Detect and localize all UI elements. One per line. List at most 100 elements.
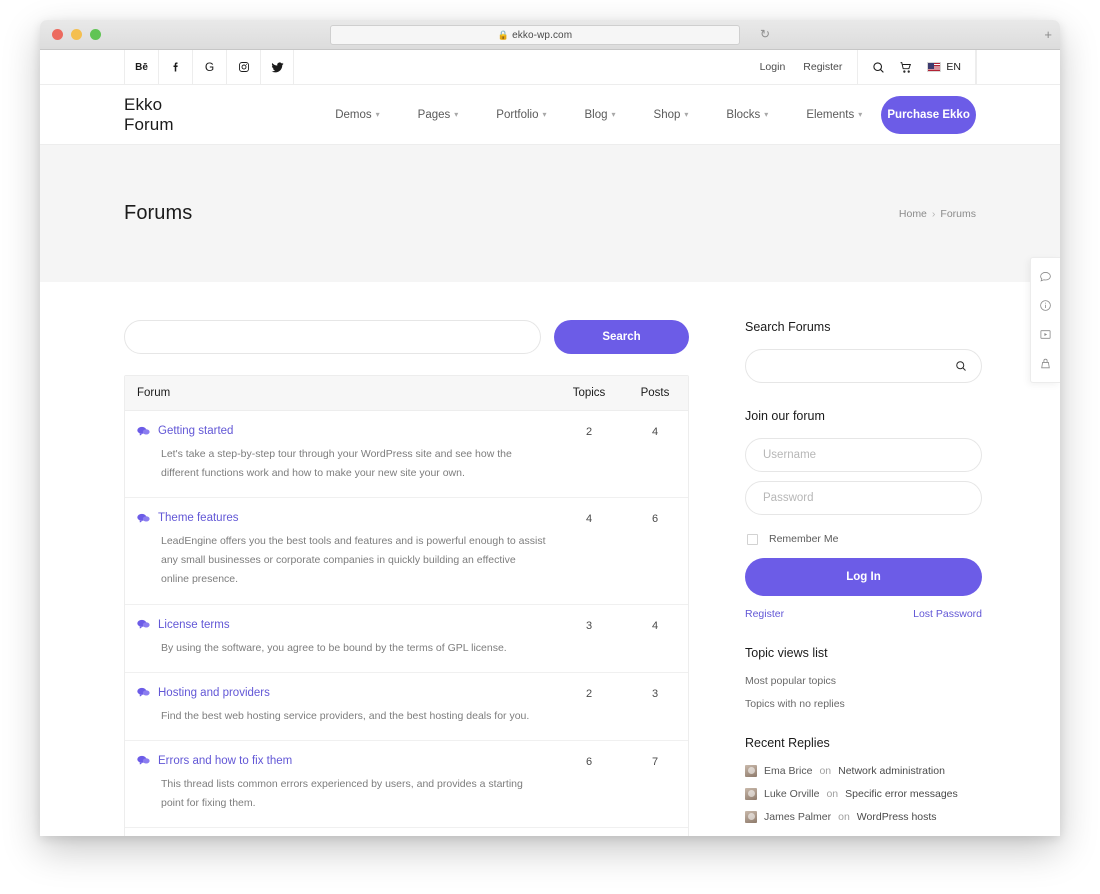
sidebar-views-block: Topic views list Most popular topics Top… bbox=[745, 646, 982, 710]
browser-titlebar: 🔒 ekko-wp.com ↻ + bbox=[40, 20, 1060, 50]
floating-side-widget bbox=[1030, 257, 1060, 383]
nav-item-portfolio[interactable]: Portfolio ▾ bbox=[477, 109, 565, 121]
table-row[interactable]: License terms By using the software, you… bbox=[125, 605, 688, 673]
window-controls[interactable] bbox=[52, 29, 101, 40]
forum-search-input[interactable] bbox=[124, 320, 541, 354]
nav-label: Shop bbox=[653, 108, 681, 121]
reply-user[interactable]: Luke Orville bbox=[764, 788, 819, 800]
forum-title-link[interactable]: Theme features bbox=[158, 512, 239, 524]
login-link[interactable]: Login bbox=[751, 50, 795, 84]
sidebar-search-input[interactable] bbox=[745, 349, 982, 383]
cart-icon[interactable] bbox=[899, 61, 913, 74]
recent-replies-title: Recent Replies bbox=[745, 736, 830, 750]
forum-table-header: Forum Topics Posts bbox=[125, 376, 688, 411]
url-bar[interactable]: 🔒 ekko-wp.com bbox=[330, 25, 740, 45]
nav-item-shop[interactable]: Shop ▾ bbox=[635, 109, 708, 121]
twitter-icon[interactable] bbox=[260, 50, 294, 84]
page-content: Bē G Login Register EN Ekko Forum Demos … bbox=[40, 50, 1060, 836]
forum-bubble-icon bbox=[137, 513, 150, 524]
maximize-window-button[interactable] bbox=[90, 29, 101, 40]
forum-description: This thread lists common errors experien… bbox=[161, 777, 523, 809]
list-item[interactable]: Luke Orville on Specific error messages bbox=[745, 788, 982, 800]
password-field[interactable] bbox=[745, 481, 982, 515]
google-icon[interactable]: G bbox=[192, 50, 226, 84]
close-window-button[interactable] bbox=[52, 29, 63, 40]
chevron-down-icon: ▾ bbox=[684, 109, 689, 119]
register-link[interactable]: Register bbox=[745, 608, 784, 620]
reply-user[interactable]: James Palmer bbox=[764, 811, 831, 823]
remember-me-row[interactable]: Remember Me bbox=[747, 533, 982, 545]
purchase-ekko-button[interactable]: Purchase Ekko bbox=[881, 95, 976, 134]
minimize-window-button[interactable] bbox=[71, 29, 82, 40]
table-row[interactable]: Theme features LeadEngine offers you the… bbox=[125, 498, 688, 605]
table-row[interactable]: Hosting and providers Find the best web … bbox=[125, 673, 688, 741]
posts-count: 7 bbox=[651, 755, 659, 768]
nav-label: Portfolio bbox=[496, 108, 539, 121]
forum-bubble-icon bbox=[137, 426, 150, 437]
reply-topic[interactable]: WordPress hosts bbox=[857, 811, 937, 823]
table-row[interactable]: WordPress multisite network WordPress in… bbox=[125, 828, 688, 836]
table-row[interactable]: Errors and how to fix them This thread l… bbox=[125, 741, 688, 828]
forum-list-column: Search Forum Topics Posts Getting starte… bbox=[124, 320, 689, 836]
nav-links: Demos ▾ Pages ▾ Portfolio ▾ Blog ▾ Shop bbox=[316, 109, 881, 121]
forum-title-line: License terms bbox=[137, 619, 546, 631]
facebook-icon[interactable] bbox=[158, 50, 192, 84]
sidebar-search-block: Search Forums bbox=[745, 320, 982, 383]
reply-user[interactable]: Ema Brice bbox=[764, 765, 812, 777]
search-icon[interactable] bbox=[872, 61, 885, 74]
behance-icon[interactable]: Bē bbox=[124, 50, 158, 84]
shopping-bag-icon[interactable] bbox=[1039, 357, 1052, 370]
chat-bubble-icon[interactable] bbox=[1039, 270, 1052, 283]
nav-item-blog[interactable]: Blog ▾ bbox=[566, 109, 635, 121]
list-item[interactable]: James Palmer on WordPress hosts bbox=[745, 811, 982, 823]
sidebar-search-title: Search Forums bbox=[745, 320, 831, 334]
page-hero: Forums Home › Forums bbox=[40, 145, 1060, 282]
nav-item-pages[interactable]: Pages ▾ bbox=[399, 109, 478, 121]
site-logo[interactable]: Ekko Forum bbox=[124, 95, 194, 135]
video-play-icon[interactable] bbox=[1039, 328, 1052, 341]
forum-title-link[interactable]: License terms bbox=[158, 619, 230, 631]
table-row[interactable]: Getting started Let's take a step-by-ste… bbox=[125, 411, 688, 499]
list-item[interactable]: Topics with no replies bbox=[745, 698, 982, 710]
list-item[interactable]: Ema Brice on Network administration bbox=[745, 765, 982, 777]
forum-search-row: Search bbox=[124, 320, 689, 354]
log-in-button[interactable]: Log In bbox=[745, 558, 982, 596]
forum-search-button[interactable]: Search bbox=[554, 320, 689, 354]
sidebar-search-wrapper bbox=[745, 349, 982, 383]
list-item[interactable]: Most popular topics bbox=[745, 675, 982, 687]
topbar-icon-group: EN bbox=[857, 50, 976, 84]
forum-description: Let's take a step-by-step tour through y… bbox=[161, 448, 512, 480]
chevron-down-icon: ▾ bbox=[375, 109, 380, 119]
info-circle-icon[interactable] bbox=[1039, 299, 1052, 312]
url-text: ekko-wp.com bbox=[512, 29, 573, 41]
browser-window: 🔒 ekko-wp.com ↻ + Bē G Login Register EN… bbox=[40, 20, 1060, 836]
reload-icon[interactable]: ↻ bbox=[760, 28, 770, 40]
forum-table: Forum Topics Posts Getting started Let's… bbox=[124, 375, 689, 836]
topics-count: 3 bbox=[585, 619, 593, 632]
username-field[interactable] bbox=[745, 438, 982, 472]
forum-title-link[interactable]: Hosting and providers bbox=[158, 687, 270, 699]
lost-password-link[interactable]: Lost Password bbox=[913, 608, 982, 620]
nav-item-blocks[interactable]: Blocks ▾ bbox=[707, 109, 787, 121]
nav-item-demos[interactable]: Demos ▾ bbox=[316, 109, 398, 121]
breadcrumb: Home › Forums bbox=[899, 208, 976, 220]
breadcrumb-home[interactable]: Home bbox=[899, 208, 927, 220]
remember-me-checkbox[interactable] bbox=[747, 533, 758, 545]
topbar-right: Login Register EN bbox=[751, 50, 1060, 84]
main-navigation: Ekko Forum Demos ▾ Pages ▾ Portfolio ▾ B… bbox=[40, 85, 1060, 145]
posts-count: 4 bbox=[651, 619, 659, 632]
forum-title-line: Theme features bbox=[137, 512, 546, 524]
reply-topic[interactable]: Network administration bbox=[838, 765, 945, 777]
new-tab-button[interactable]: + bbox=[1044, 28, 1052, 41]
forum-title-link[interactable]: Getting started bbox=[158, 425, 233, 437]
search-icon[interactable] bbox=[955, 359, 967, 377]
breadcrumb-separator: › bbox=[931, 207, 936, 220]
forum-title-link[interactable]: Errors and how to fix them bbox=[158, 755, 292, 767]
register-link[interactable]: Register bbox=[794, 50, 851, 84]
reply-topic[interactable]: Specific error messages bbox=[845, 788, 958, 800]
posts-count: 3 bbox=[651, 687, 659, 700]
forum-cell: Getting started Let's take a step-by-ste… bbox=[125, 425, 556, 483]
nav-item-elements[interactable]: Elements ▾ bbox=[787, 109, 881, 121]
instagram-icon[interactable] bbox=[226, 50, 260, 84]
language-selector[interactable]: EN bbox=[927, 61, 961, 73]
